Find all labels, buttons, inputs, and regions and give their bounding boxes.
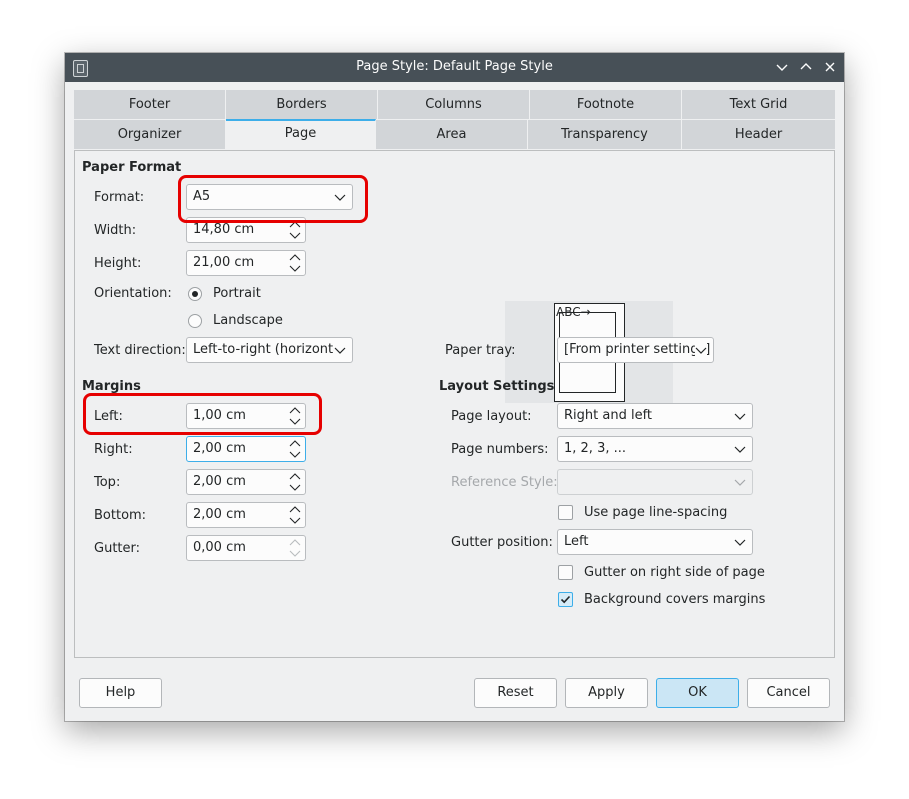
top-margin-value: 2,00 cm <box>193 474 246 489</box>
tab-organizer[interactable]: Organizer <box>74 120 226 149</box>
height-spinbox[interactable]: 21,00 cm <box>186 250 306 276</box>
gutter-right-checkbox[interactable] <box>558 565 573 580</box>
gutter-label: Gutter: <box>94 541 141 556</box>
page-numbers-label: Page numbers: <box>451 442 549 457</box>
window-title: Page Style: Default Page Style <box>356 59 553 74</box>
spin-arrows-icon[interactable] <box>289 439 301 459</box>
orientation-label: Orientation: <box>94 286 172 301</box>
spin-arrows-icon[interactable] <box>289 472 301 492</box>
format-label: Format: <box>94 190 145 205</box>
tab-header[interactable]: Header <box>682 120 835 149</box>
chevron-down-icon <box>734 446 746 453</box>
page-layout-value: Right and left <box>564 408 653 423</box>
gutter-position-select[interactable]: Left <box>557 529 753 555</box>
right-margin-spinbox[interactable]: 2,00 cm <box>186 436 306 462</box>
format-highlight <box>178 175 368 223</box>
paper-format-heading: Paper Format <box>82 160 182 175</box>
width-value: 14,80 cm <box>193 222 255 237</box>
preview-text: ABC→ <box>556 305 591 319</box>
chevron-down-icon <box>334 338 346 362</box>
gutter-right-label[interactable]: Gutter on right side of page <box>584 565 765 580</box>
spin-arrows-icon[interactable] <box>289 253 301 273</box>
right-margin-label: Right: <box>94 442 133 457</box>
reference-style-label: Reference Style: <box>451 475 558 490</box>
height-label: Height: <box>94 256 142 271</box>
spin-arrows-icon[interactable] <box>289 220 301 240</box>
layout-settings-heading: Layout Settings <box>439 379 555 394</box>
bottom-margin-label: Bottom: <box>94 508 147 523</box>
minimize-button[interactable] <box>773 58 791 76</box>
portrait-label[interactable]: Portrait <box>213 286 261 301</box>
close-button[interactable] <box>821 58 839 76</box>
text-direction-value: Left-to-right (horizontal <box>193 342 345 357</box>
background-covers-checkbox[interactable] <box>558 592 573 607</box>
checkmark-icon <box>560 595 571 604</box>
background-covers-label[interactable]: Background covers margins <box>584 592 765 607</box>
tab-text-grid[interactable]: Text Grid <box>682 90 835 119</box>
tab-footnote[interactable]: Footnote <box>530 90 682 119</box>
tab-row-1: Footer Borders Columns Footnote Text Gri… <box>74 90 835 119</box>
landscape-label[interactable]: Landscape <box>213 313 283 328</box>
use-line-spacing-label[interactable]: Use page line-spacing <box>584 505 727 520</box>
gutter-position-value: Left <box>564 534 589 549</box>
cancel-button[interactable]: Cancel <box>747 678 830 708</box>
help-button[interactable]: Help <box>79 678 162 708</box>
width-label: Width: <box>94 223 137 238</box>
maximize-button[interactable] <box>797 58 815 76</box>
chevron-down-icon <box>776 64 788 71</box>
paper-tray-select[interactable]: [From printer settings] <box>557 337 714 363</box>
tab-area[interactable]: Area <box>376 120 528 149</box>
height-value: 21,00 cm <box>193 255 255 270</box>
bottom-margin-spinbox[interactable]: 2,00 cm <box>186 502 306 528</box>
spin-arrows-icon[interactable] <box>289 538 301 558</box>
page-tab-panel: Paper Format Format: A5 Width: 14,80 cm … <box>74 150 835 658</box>
close-icon <box>825 62 835 72</box>
page-style-dialog: Page Style: Default Page Style Footer Bo… <box>65 53 844 721</box>
top-margin-spinbox[interactable]: 2,00 cm <box>186 469 306 495</box>
spin-arrows-icon[interactable] <box>289 505 301 525</box>
chevron-up-icon <box>800 63 812 70</box>
gutter-spinbox[interactable]: 0,00 cm <box>186 535 306 561</box>
page-layout-label: Page layout: <box>451 409 532 424</box>
title-bar: Page Style: Default Page Style <box>65 53 844 82</box>
page-layout-select[interactable]: Right and left <box>557 403 753 429</box>
reference-style-select <box>557 469 753 495</box>
ok-button[interactable]: OK <box>656 678 739 708</box>
paper-tray-value: [From printer settings] <box>564 342 711 357</box>
tab-transparency[interactable]: Transparency <box>528 120 682 149</box>
tab-row-2: Organizer Page Area Transparency Header <box>74 119 835 150</box>
top-margin-label: Top: <box>94 475 121 490</box>
margins-heading: Margins <box>82 379 141 394</box>
paper-tray-label: Paper tray: <box>445 343 516 358</box>
tab-footer[interactable]: Footer <box>74 90 226 119</box>
tab-borders[interactable]: Borders <box>226 90 378 119</box>
left-margin-highlight <box>83 393 322 435</box>
gutter-value: 0,00 cm <box>193 540 246 555</box>
chevron-down-icon <box>734 479 746 486</box>
tab-page[interactable]: Page <box>226 119 376 150</box>
reset-button[interactable]: Reset <box>474 678 557 708</box>
chevron-down-icon <box>734 539 746 546</box>
chevron-down-icon <box>734 413 746 420</box>
page-numbers-value: 1, 2, 3, ... <box>564 441 627 456</box>
tab-columns[interactable]: Columns <box>378 90 530 119</box>
chevron-down-icon <box>695 338 707 362</box>
bottom-margin-value: 2,00 cm <box>193 507 246 522</box>
apply-button[interactable]: Apply <box>565 678 648 708</box>
page-numbers-select[interactable]: 1, 2, 3, ... <box>557 436 753 462</box>
landscape-radio[interactable] <box>188 314 202 328</box>
use-line-spacing-checkbox[interactable] <box>558 505 573 520</box>
portrait-radio[interactable] <box>188 287 202 301</box>
gutter-position-label: Gutter position: <box>451 535 553 550</box>
text-direction-label: Text direction: <box>94 343 186 358</box>
text-direction-select[interactable]: Left-to-right (horizontal <box>186 337 353 363</box>
right-margin-value: 2,00 cm <box>193 441 246 456</box>
